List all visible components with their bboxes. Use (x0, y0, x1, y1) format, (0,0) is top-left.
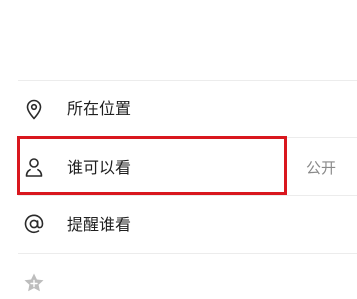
visibility-label: 谁可以看 (67, 158, 132, 177)
person-icon (22, 155, 46, 179)
location-label: 所在位置 (67, 99, 132, 118)
mention-label: 提醒谁看 (67, 215, 132, 234)
partial-row[interactable] (0, 254, 357, 299)
mention-row[interactable]: 提醒谁看 (0, 196, 357, 253)
location-row[interactable]: 所在位置 (0, 81, 357, 137)
star-icon (22, 271, 46, 295)
location-pin-icon (22, 97, 46, 121)
visibility-row[interactable]: 谁可以看 公开 (0, 138, 357, 194)
visibility-value: 公开 (306, 159, 337, 177)
at-icon (22, 212, 46, 236)
